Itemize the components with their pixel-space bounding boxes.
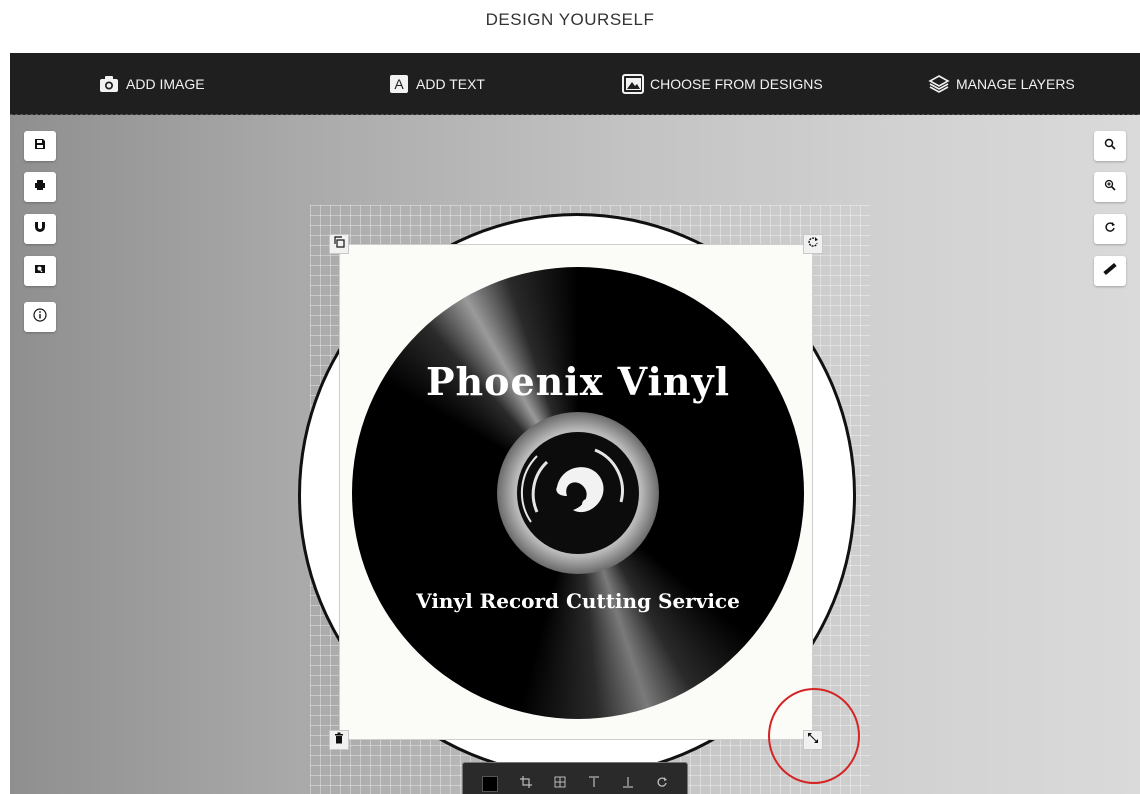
save-icon [34, 137, 46, 155]
phoenix-logo [517, 432, 639, 554]
add-image-button[interactable]: ADD IMAGE [98, 53, 205, 115]
choose-designs-button[interactable]: CHOOSE FROM DESIGNS [622, 53, 823, 115]
align-top-button[interactable] [583, 773, 605, 794]
image-gallery-icon [622, 73, 644, 95]
refresh-button[interactable] [1094, 214, 1126, 244]
design-object[interactable]: Phoenix Vinyl Vinyl Record Cutting Servi… [339, 244, 813, 740]
design-title: Phoenix Vinyl [425, 359, 731, 404]
manage-layers-label: MANAGE LAYERS [956, 76, 1075, 92]
center-icon [554, 775, 566, 793]
color-swatch [482, 776, 498, 792]
manage-layers-button[interactable]: MANAGE LAYERS [928, 53, 1075, 115]
preview-icon [34, 262, 46, 280]
ruler-icon [1102, 261, 1118, 282]
add-text-label: ADD TEXT [416, 76, 485, 92]
layers-icon [928, 73, 950, 95]
ruler-button[interactable] [1094, 256, 1126, 286]
choose-designs-label: CHOOSE FROM DESIGNS [650, 76, 823, 92]
top-toolbar: ADD IMAGE A ADD TEXT CHOOSE FROM DESIGNS… [10, 53, 1140, 115]
design-subtitle: Vinyl Record Cutting Service [416, 589, 740, 613]
search-icon [1104, 137, 1116, 155]
crop-button[interactable] [515, 773, 537, 794]
print-button[interactable] [24, 172, 56, 202]
flip-button[interactable] [651, 773, 673, 794]
crop-icon [520, 775, 532, 793]
rotate-handle[interactable] [803, 234, 823, 254]
camera-icon [98, 73, 120, 95]
text-a-icon: A [388, 73, 410, 95]
color-picker[interactable] [479, 773, 501, 794]
object-toolbar [462, 762, 688, 794]
preview-button[interactable] [24, 256, 56, 286]
duplicate-handle[interactable] [329, 234, 349, 254]
align-top-icon [588, 775, 600, 793]
save-button[interactable] [24, 131, 56, 161]
delete-icon [333, 731, 345, 749]
flip-icon [656, 775, 668, 793]
center-button[interactable] [549, 773, 571, 794]
vinyl-record-graphic: Phoenix Vinyl Vinyl Record Cutting Servi… [352, 267, 804, 719]
duplicate-icon [333, 235, 345, 253]
info-button[interactable] [24, 302, 56, 332]
delete-handle[interactable] [329, 730, 349, 750]
print-icon [34, 178, 46, 196]
add-image-label: ADD IMAGE [126, 76, 205, 92]
highlight-annotation-circle [768, 688, 860, 784]
snap-button[interactable] [24, 214, 56, 244]
align-bottom-icon [622, 775, 634, 793]
record-label [497, 412, 659, 574]
zoom-in-button[interactable] [1094, 172, 1126, 202]
add-text-button[interactable]: A ADD TEXT [388, 53, 485, 115]
refresh-icon [1104, 220, 1116, 238]
zoom-in-icon [1104, 178, 1116, 196]
align-bottom-button[interactable] [617, 773, 639, 794]
page-heading: DESIGN YOURSELF [485, 10, 655, 29]
rotate-icon [807, 235, 819, 253]
svg-text:A: A [394, 76, 404, 92]
info-icon [33, 307, 47, 327]
design-canvas[interactable]: Phoenix Vinyl Vinyl Record Cutting Servi… [10, 115, 1140, 794]
magnet-icon [34, 220, 46, 238]
search-button[interactable] [1094, 131, 1126, 161]
